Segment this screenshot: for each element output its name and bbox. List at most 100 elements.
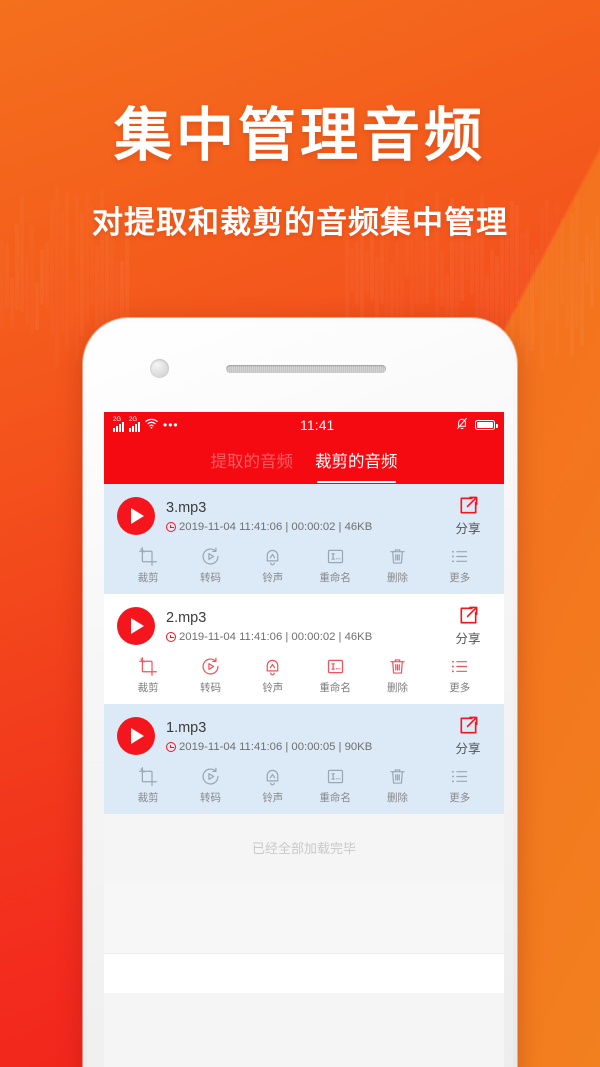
action-trash[interactable]: 删除 (366, 656, 428, 695)
audio-file-meta: 2019-11-04 11:41:06 | 00:00:05 | 90KB (166, 741, 439, 753)
action-label: 转码 (199, 682, 221, 694)
rename-icon (304, 766, 366, 787)
list-end-note: 已经全部加载完毕 (104, 814, 504, 883)
audio-meta-text: 2019-11-04 11:41:06 | 00:00:05 | 90KB (179, 741, 373, 753)
audio-item-header: 1.mp3 2019-11-04 11:41:06 | 00:00:05 | 90… (117, 714, 491, 757)
audio-item-header: 3.mp3 2019-11-04 11:41:06 | 00:00:02 | 46… (117, 494, 491, 537)
crop-icon (117, 546, 179, 567)
action-label: 重命名 (319, 792, 351, 804)
tab-trimmed-audio[interactable]: 裁剪的音频 (315, 448, 398, 483)
bell-icon (242, 546, 304, 567)
audio-meta-text: 2019-11-04 11:41:06 | 00:00:02 | 46KB (179, 521, 373, 533)
transcode-icon (179, 766, 241, 787)
status-bar-left: 2G 2G ••• (113, 417, 179, 432)
action-transcode[interactable]: 转码 (179, 656, 241, 695)
action-label: 转码 (199, 792, 221, 804)
action-label: 重命名 (319, 682, 351, 694)
action-trash[interactable]: 删除 (366, 766, 428, 805)
phone-mockup: 2G 2G ••• 11:41 提取的音频 裁剪的音频 3.mp3 2019-1… (83, 318, 517, 1067)
network-type-label-2: 2G (129, 417, 138, 423)
action-label: 铃声 (262, 572, 284, 584)
action-rename[interactable]: 重命名 (304, 766, 366, 805)
action-transcode[interactable]: 转码 (179, 766, 241, 805)
wifi-icon (145, 418, 158, 432)
more-icon (429, 546, 491, 567)
action-crop[interactable]: 裁剪 (117, 766, 179, 805)
action-transcode[interactable]: 转码 (179, 546, 241, 585)
earpiece-speaker (226, 365, 386, 373)
audio-item-info: 2.mp3 2019-11-04 11:41:06 | 00:00:02 | 46… (166, 608, 439, 643)
share-label: 分享 (455, 632, 481, 646)
audio-item-info: 1.mp3 2019-11-04 11:41:06 | 00:00:05 | 90… (166, 718, 439, 753)
action-label: 重命名 (319, 572, 351, 584)
audio-list-item[interactable]: 2.mp3 2019-11-04 11:41:06 | 00:00:02 | 46… (104, 594, 504, 704)
share-button[interactable]: 分享 (445, 714, 491, 757)
share-button[interactable]: 分享 (445, 604, 491, 647)
share-label: 分享 (455, 742, 481, 756)
share-icon (445, 714, 491, 737)
action-trash[interactable]: 删除 (366, 546, 428, 585)
action-label: 删除 (386, 682, 408, 694)
action-label: 更多 (449, 572, 471, 584)
status-bar-clock: 11:41 (300, 417, 335, 433)
clock-icon (166, 522, 176, 532)
battery-icon (475, 420, 498, 430)
action-bell[interactable]: 铃声 (242, 766, 304, 805)
share-label: 分享 (455, 522, 481, 536)
action-crop[interactable]: 裁剪 (117, 546, 179, 585)
share-icon (445, 494, 491, 517)
action-label: 删除 (386, 572, 408, 584)
status-overflow-icon: ••• (163, 418, 179, 432)
action-label: 裁剪 (137, 682, 159, 694)
more-icon (429, 656, 491, 677)
play-button[interactable] (117, 606, 155, 645)
trash-icon (366, 546, 428, 567)
rename-icon (304, 546, 366, 567)
action-crop[interactable]: 裁剪 (117, 656, 179, 695)
mute-bell-icon (456, 417, 468, 433)
action-label: 铃声 (262, 792, 284, 804)
audio-item-actions: 裁剪 转码 铃声 重命名 删除 更多 (117, 656, 491, 695)
tab-extracted-audio[interactable]: 提取的音频 (211, 448, 294, 474)
trash-icon (366, 656, 428, 677)
action-rename[interactable]: 重命名 (304, 546, 366, 585)
audio-file-name: 1.mp3 (166, 720, 207, 736)
action-label: 删除 (386, 792, 408, 804)
audio-file-meta: 2019-11-04 11:41:06 | 00:00:02 | 46KB (166, 521, 439, 533)
audio-list-item[interactable]: 3.mp3 2019-11-04 11:41:06 | 00:00:02 | 46… (104, 484, 504, 594)
front-camera-icon (150, 359, 169, 378)
play-button[interactable] (117, 496, 155, 535)
clock-icon (166, 742, 176, 752)
audio-list-item[interactable]: 1.mp3 2019-11-04 11:41:06 | 00:00:05 | 90… (104, 704, 504, 814)
more-icon (429, 766, 491, 787)
share-icon (445, 604, 491, 627)
audio-item-actions: 裁剪 转码 铃声 重命名 删除 更多 (117, 546, 491, 585)
audio-file-meta: 2019-11-04 11:41:06 | 00:00:02 | 46KB (166, 631, 439, 643)
audio-file-name: 3.mp3 (166, 500, 207, 516)
action-more[interactable]: 更多 (429, 656, 491, 695)
audio-list: 3.mp3 2019-11-04 11:41:06 | 00:00:02 | 46… (104, 484, 504, 814)
action-rename[interactable]: 重命名 (304, 656, 366, 695)
transcode-icon (179, 656, 241, 677)
action-bell[interactable]: 铃声 (242, 656, 304, 695)
action-more[interactable]: 更多 (429, 546, 491, 585)
audio-item-info: 3.mp3 2019-11-04 11:41:06 | 00:00:02 | 46… (166, 498, 439, 533)
action-bell[interactable]: 铃声 (242, 546, 304, 585)
crop-icon (117, 656, 179, 677)
list-bottom-space (104, 883, 504, 953)
phone-bezel: 2G 2G ••• 11:41 提取的音频 裁剪的音频 3.mp3 2019-1… (87, 322, 513, 1067)
audio-meta-text: 2019-11-04 11:41:06 | 00:00:02 | 46KB (179, 631, 373, 643)
phone-screen: 2G 2G ••• 11:41 提取的音频 裁剪的音频 3.mp3 2019-1… (104, 412, 504, 1067)
tab-bar: 提取的音频 裁剪的音频 (104, 438, 504, 484)
transcode-icon (179, 546, 241, 567)
audio-item-actions: 裁剪 转码 铃声 重命名 删除 更多 (117, 766, 491, 805)
bottom-bar-placeholder (104, 953, 504, 993)
play-button[interactable] (117, 716, 155, 755)
audio-file-name: 2.mp3 (166, 610, 207, 626)
signal-icon-2: 2G (129, 417, 140, 432)
rename-icon (304, 656, 366, 677)
share-button[interactable]: 分享 (445, 494, 491, 537)
action-more[interactable]: 更多 (429, 766, 491, 805)
promo-headline: 集中管理音频 (113, 103, 486, 168)
crop-icon (117, 766, 179, 787)
